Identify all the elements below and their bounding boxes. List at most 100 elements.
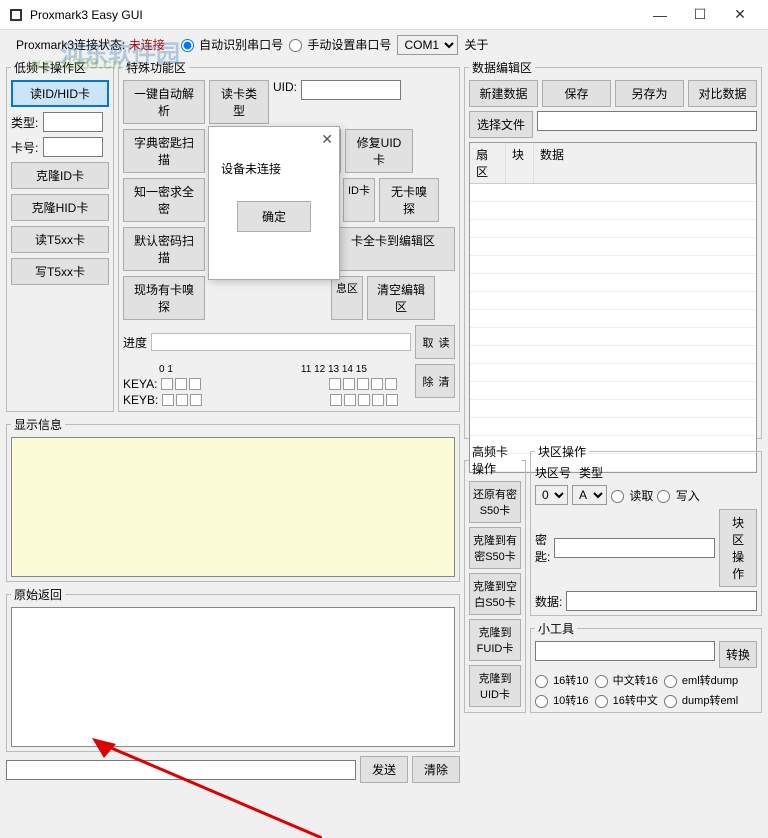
known-key-button[interactable]: 知一密求全密 xyxy=(123,178,205,222)
convert-button[interactable]: 转换 xyxy=(719,641,757,668)
blktype-select[interactable]: A xyxy=(572,485,607,505)
select-file-button[interactable]: 选择文件 xyxy=(469,111,533,138)
arrow-annotation xyxy=(92,738,322,838)
key-nums2: 11 12 13 14 15 xyxy=(301,364,367,375)
keyb-boxes[interactable] xyxy=(162,394,202,406)
cardno-input[interactable] xyxy=(43,137,103,157)
r-cnto16[interactable]: 中文转16 xyxy=(595,672,658,688)
display-group: 显示信息 xyxy=(6,416,460,582)
clone-hid-button[interactable]: 克隆HID卡 xyxy=(11,194,109,221)
command-input[interactable] xyxy=(6,760,356,780)
key-input[interactable] xyxy=(554,538,715,558)
blkno-select[interactable]: 0 xyxy=(535,485,568,505)
clear-vert-button[interactable]: 清除 xyxy=(415,364,455,398)
dataedit-group: 数据编辑区 新建数据 保存 另存为 对比数据 选择文件 扇区 块 数据 xyxy=(464,59,762,439)
save-button[interactable]: 保存 xyxy=(542,80,611,107)
auto-port-radio[interactable]: 自动识别串口号 xyxy=(181,36,283,53)
uid-input[interactable] xyxy=(301,80,401,100)
read-t5-button[interactable]: 读T5xx卡 xyxy=(11,226,109,253)
dialog-ok-button[interactable]: 确定 xyxy=(237,201,311,232)
full-edit-button[interactable]: 卡全卡到编辑区 xyxy=(331,227,455,271)
type-label: 类型: xyxy=(11,114,38,131)
blktype-label: 类型 xyxy=(579,464,603,481)
r-16tocn[interactable]: 16转中文 xyxy=(595,692,658,708)
clear-button[interactable]: 清除 xyxy=(412,756,460,783)
auto-parse-button[interactable]: 一键自动解析 xyxy=(123,80,205,124)
clone-fuid-button[interactable]: 克隆到FUID卡 xyxy=(469,619,521,661)
blkno-label: 块区号 xyxy=(535,464,571,481)
default-pwd-button[interactable]: 默认密码扫描 xyxy=(123,227,205,271)
nokey-sniff-button[interactable]: 无卡嗅探 xyxy=(379,178,439,222)
block-legend: 块区操作 xyxy=(535,443,589,460)
data-input[interactable] xyxy=(566,591,757,611)
dataedit-legend: 数据编辑区 xyxy=(469,59,535,76)
restore-s50-button[interactable]: 还原有密S50卡 xyxy=(469,481,521,523)
fix-uid-button[interactable]: 修复UID卡 xyxy=(345,129,413,173)
dialog-message: 设备未连接 xyxy=(209,152,339,185)
keya-label: KEYA: xyxy=(123,377,157,391)
hf-legend: 高频卡操作 xyxy=(469,443,521,477)
key-label: 密匙: xyxy=(535,531,550,565)
lowfreq-group: 低频卡操作区 读ID/HID卡 类型: 卡号: 克隆ID卡 克隆HID卡 读T5… xyxy=(6,59,114,412)
dialog-close-icon[interactable]: ✕ xyxy=(321,131,333,148)
raw-group: 原始返回 xyxy=(6,586,460,752)
manual-port-radio[interactable]: 手动设置串口号 xyxy=(289,36,391,53)
convert-input[interactable] xyxy=(535,641,715,661)
clone-uid-button[interactable]: 克隆到UID卡 xyxy=(469,665,521,707)
clear-edit-button[interactable]: 清空编辑区 xyxy=(367,276,435,320)
lowfreq-legend: 低频卡操作区 xyxy=(11,59,89,76)
connection-status: Proxmark3连接状态: 未连接 xyxy=(8,32,173,57)
send-button[interactable]: 发送 xyxy=(360,756,408,783)
read-id-button[interactable]: 读ID/HID卡 xyxy=(11,80,109,107)
saveas-button[interactable]: 另存为 xyxy=(615,80,684,107)
progress-label: 进度 xyxy=(123,334,147,351)
raw-area xyxy=(11,607,455,747)
close-button[interactable]: ✕ xyxy=(720,6,760,23)
raw-legend: 原始返回 xyxy=(11,586,65,603)
tools-legend: 小工具 xyxy=(535,620,577,637)
type-input[interactable] xyxy=(43,112,103,132)
col-block: 块 xyxy=(506,143,534,183)
r-dumpeml[interactable]: dump转eml xyxy=(664,692,738,708)
block-group: 块区操作 块区号 类型 0 A 读取 写入 密匙: 块区操作 xyxy=(530,443,762,616)
clone-blank-button[interactable]: 克隆到空白S50卡 xyxy=(469,573,521,615)
data-table[interactable]: 扇区 块 数据 xyxy=(469,142,757,473)
message-dialog: ✕ 设备未连接 确定 xyxy=(208,126,340,280)
block-op-button[interactable]: 块区操作 xyxy=(719,509,757,587)
info-area-button[interactable]: 息区 xyxy=(331,276,363,320)
keya-boxes[interactable] xyxy=(161,378,201,390)
about-link[interactable]: 关于 xyxy=(464,36,488,53)
idcard-button[interactable]: ID卡 xyxy=(343,178,375,222)
com-select[interactable]: COM1 xyxy=(397,35,458,55)
clone-id-button[interactable]: 克隆ID卡 xyxy=(11,162,109,189)
r-16to10[interactable]: 16转10 xyxy=(535,672,589,688)
progress-bar xyxy=(151,333,411,351)
r-emldump[interactable]: eml转dump xyxy=(664,672,738,688)
keyb-boxes2[interactable] xyxy=(330,394,398,406)
write-radio[interactable]: 写入 xyxy=(657,487,699,504)
card-type-button[interactable]: 读卡类型 xyxy=(209,80,269,124)
cardno-label: 卡号: xyxy=(11,139,38,156)
uid-label: UID: xyxy=(273,80,297,124)
file-path-input[interactable] xyxy=(537,111,757,131)
clone-s50-button[interactable]: 克隆到有密S50卡 xyxy=(469,527,521,569)
live-sniff-button[interactable]: 现场有卡嗅探 xyxy=(123,276,205,320)
top-controls: 自动识别串口号 手动设置串口号 COM1 关于 xyxy=(173,33,497,57)
hf-group: 高频卡操作 还原有密S50卡 克隆到有密S50卡 克隆到空白S50卡 克隆到FU… xyxy=(464,443,526,713)
window-title: Proxmark3 Easy GUI xyxy=(30,8,640,22)
keya-boxes2[interactable] xyxy=(329,378,397,390)
special-legend: 特殊功能区 xyxy=(123,59,189,76)
r-10to16[interactable]: 10转16 xyxy=(535,692,589,708)
col-sector: 扇区 xyxy=(470,143,506,183)
keyb-label: KEYB: xyxy=(123,393,158,407)
minimize-button[interactable]: — xyxy=(640,7,680,23)
new-data-button[interactable]: 新建数据 xyxy=(469,80,538,107)
write-t5-button[interactable]: 写T5xx卡 xyxy=(11,258,109,285)
status-value: 未连接 xyxy=(129,38,165,52)
read-vert-button[interactable]: 读取 xyxy=(415,325,455,359)
compare-button[interactable]: 对比数据 xyxy=(688,80,757,107)
read-radio[interactable]: 读取 xyxy=(611,487,653,504)
dict-scan-button[interactable]: 字典密匙扫描 xyxy=(123,129,205,173)
titlebar: Proxmark3 Easy GUI — ☐ ✕ xyxy=(0,0,768,30)
maximize-button[interactable]: ☐ xyxy=(680,6,720,23)
